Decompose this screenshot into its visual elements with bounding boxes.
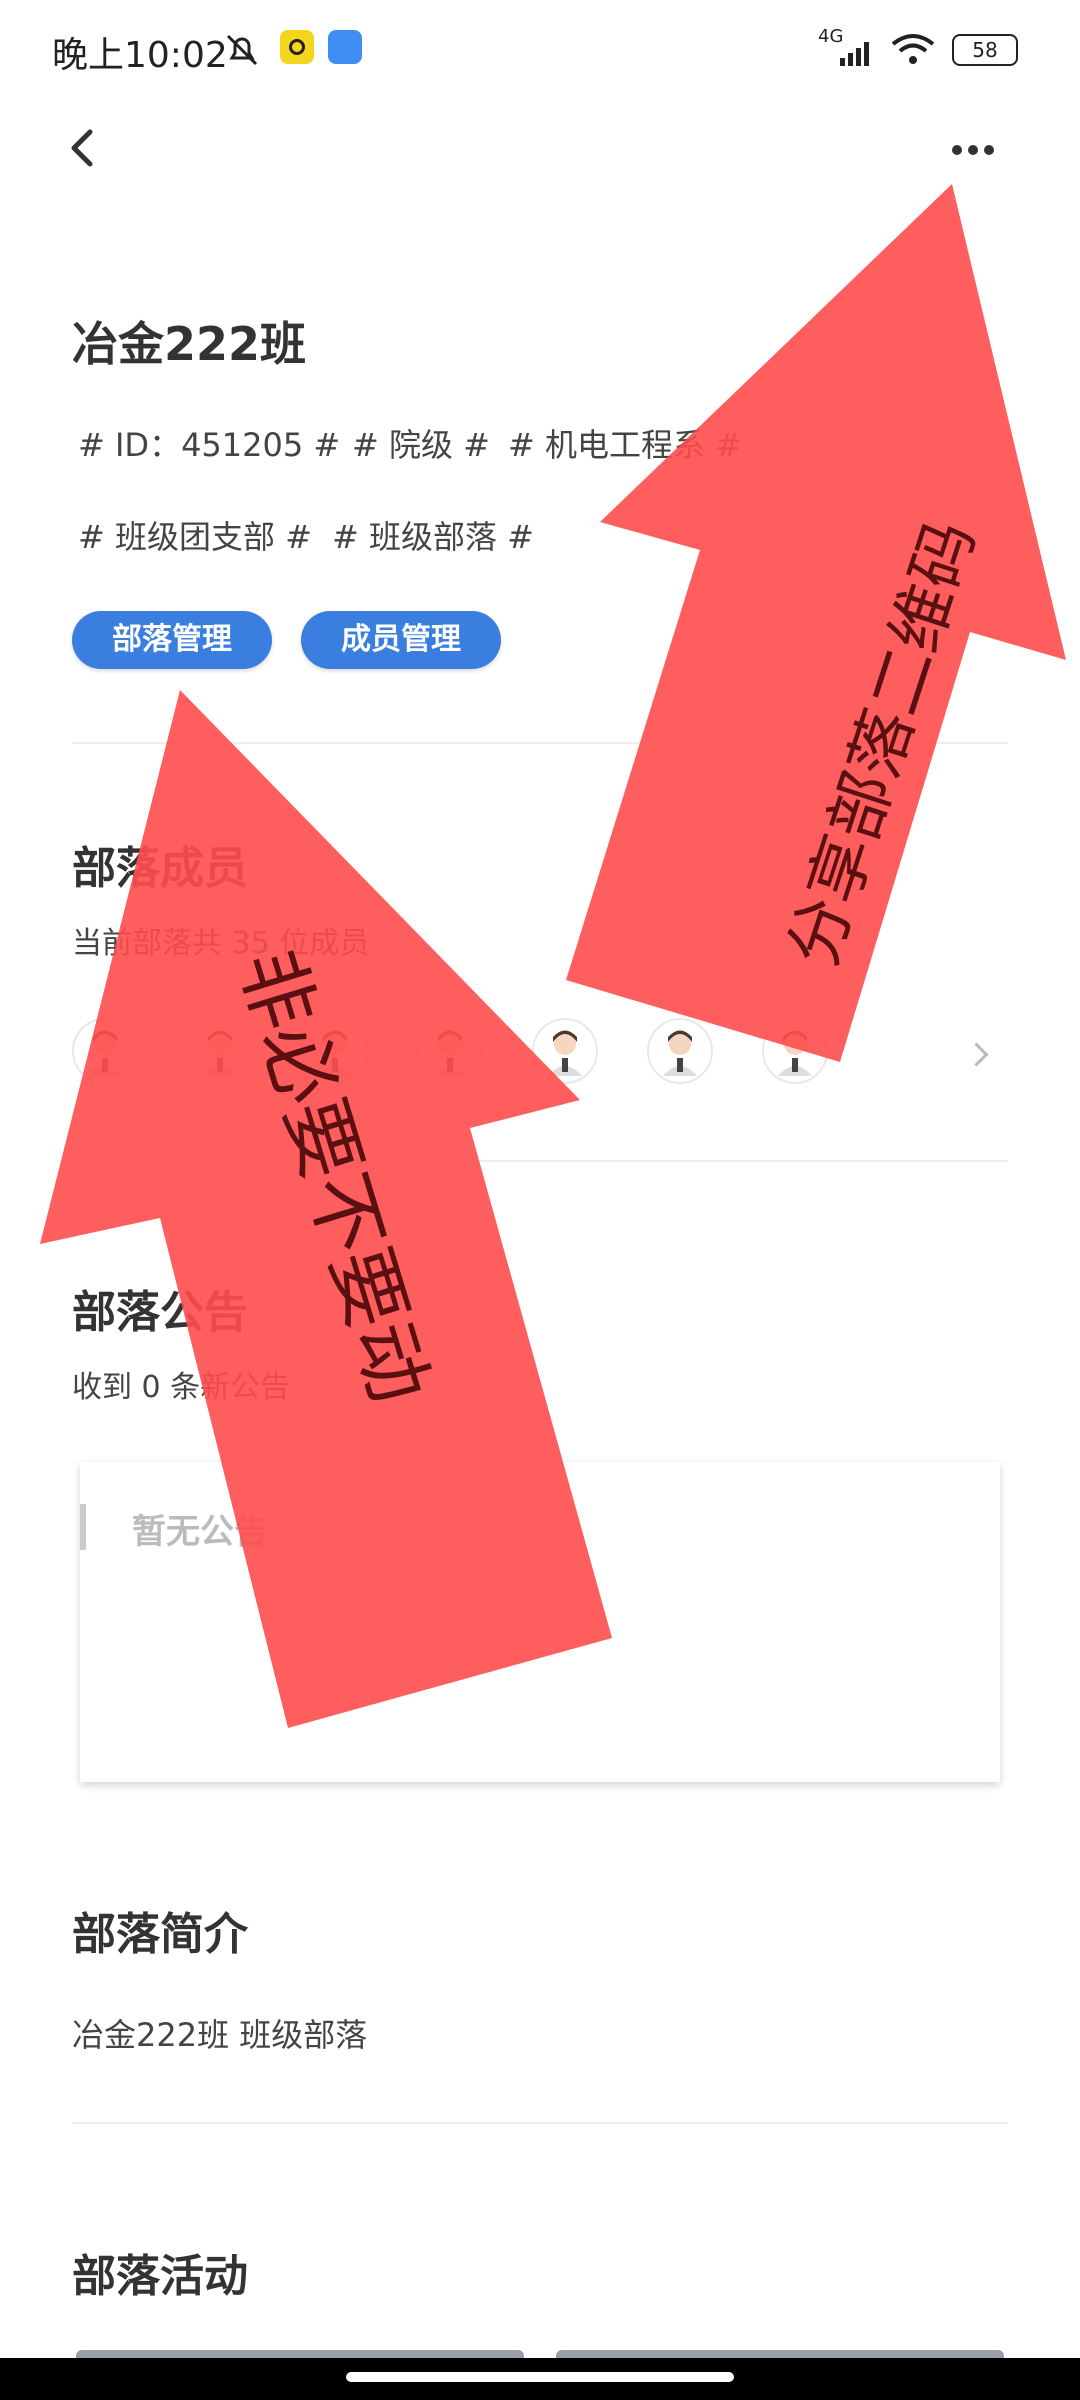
member-avatar[interactable] <box>417 1018 483 1084</box>
signal-icon <box>840 42 869 66</box>
member-avatar[interactable] <box>647 1018 713 1084</box>
tag-level: # 院级 # <box>352 426 490 464</box>
notice-accent-bar <box>80 1504 86 1550</box>
more-icon[interactable] <box>952 140 1002 156</box>
back-icon[interactable] <box>62 128 102 168</box>
arrow-share-qr <box>566 184 1066 1062</box>
announcement-card[interactable]: 暂无公告 <box>80 1462 1000 1782</box>
divider <box>72 2122 1008 2124</box>
member-avatar[interactable] <box>302 1018 368 1084</box>
member-avatar[interactable] <box>762 1018 828 1084</box>
divider <box>72 1160 1008 1162</box>
member-avatar[interactable] <box>72 1018 138 1084</box>
clock: 晚上10:02 <box>52 35 228 76</box>
battery-indicator: 58 <box>952 34 1018 66</box>
member-avatar[interactable] <box>532 1018 598 1084</box>
no-announcement-text: 暂无公告 <box>132 1512 268 1552</box>
divider <box>72 742 1008 744</box>
mute-bell-icon <box>226 34 258 66</box>
members-count: 当前部落共 35 位成员 <box>72 926 370 961</box>
members-title: 部落成员 <box>72 843 248 894</box>
announcements-count: 收到 0 条新公告 <box>72 1370 291 1405</box>
android-notification-icon <box>328 30 362 64</box>
tag-id: # ID：451205 # <box>78 426 341 464</box>
member-avatar[interactable] <box>187 1018 253 1084</box>
chevron-right-icon[interactable] <box>964 1042 989 1067</box>
tribe-manage-button[interactable]: 部落管理 <box>72 611 272 669</box>
tag-department: # 机电工程系 # <box>508 426 742 464</box>
home-indicator[interactable] <box>346 2372 734 2382</box>
wifi-icon <box>891 34 935 64</box>
app-notification-icon <box>280 30 314 64</box>
member-manage-button[interactable]: 成员管理 <box>301 611 501 669</box>
status-bar: 晚上10:02 4G 58 <box>0 0 1080 100</box>
tag-class-tribe: # 班级部落 # <box>332 518 534 556</box>
tag-league-branch: # 班级团支部 # <box>78 518 312 556</box>
intro-text: 冶金222班 班级部落 <box>72 2016 368 2054</box>
tribe-name: 冶金222班 <box>72 317 307 371</box>
arrow-do-not-touch-label: 非必要不要动 <box>222 939 445 1413</box>
announcements-title: 部落公告 <box>72 1287 248 1338</box>
intro-title: 部落简介 <box>72 1909 248 1960</box>
activity-title: 部落活动 <box>72 2251 248 2302</box>
